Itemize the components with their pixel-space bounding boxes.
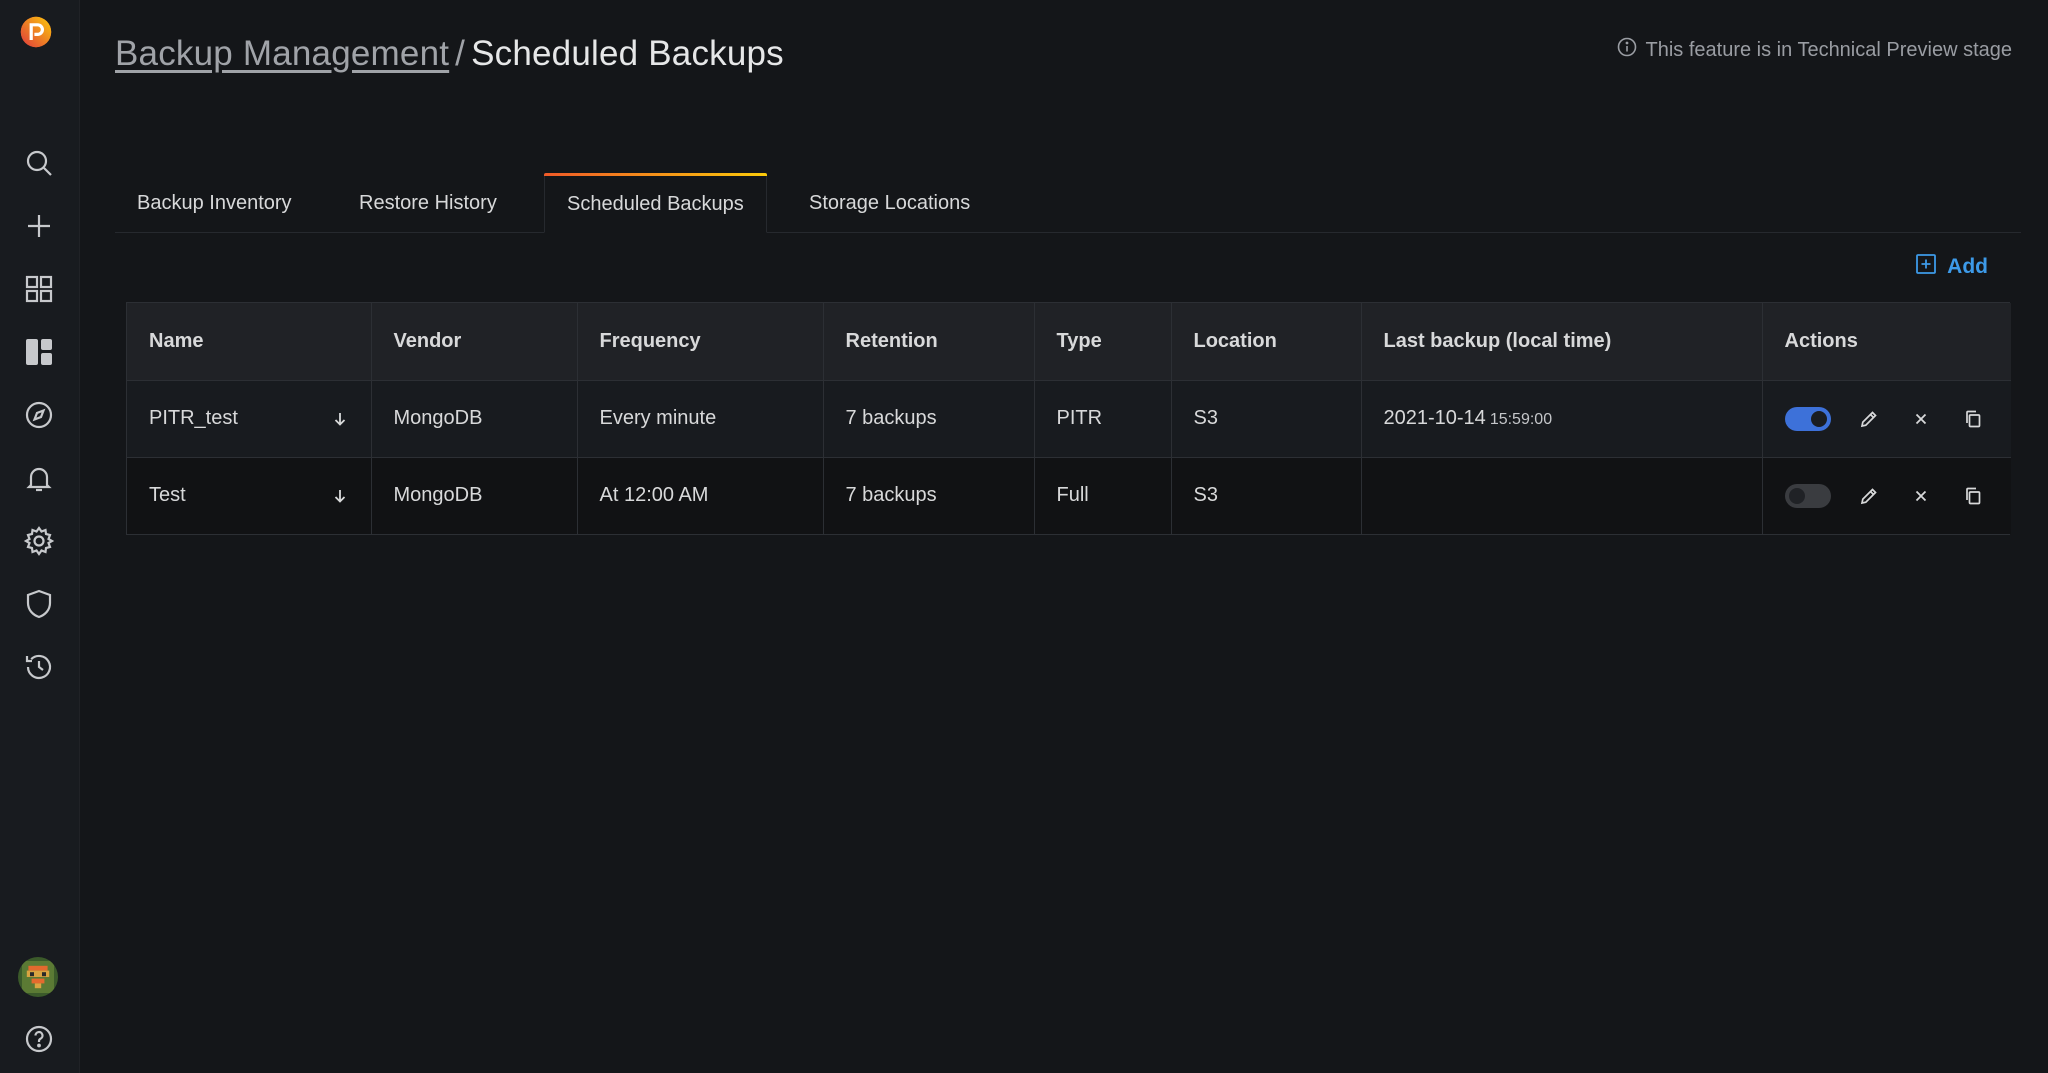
table-header-row: Name Vendor Frequency Retention Type Loc… [127, 303, 2011, 381]
enable-toggle[interactable] [1784, 406, 1831, 431]
cell-retention: 7 backups [823, 457, 1035, 534]
copy-icon[interactable] [1959, 482, 1987, 510]
column-header-actions: Actions [1762, 303, 2011, 381]
backup-history-icon[interactable] [20, 648, 58, 686]
cell-location: S3 [1171, 457, 1362, 534]
add-button-label: Add [1947, 255, 1988, 278]
cell-last-backup: 2021-10-14 15:59:00 [1361, 380, 1763, 458]
column-header-last-backup: Last backup (local time) [1361, 303, 1763, 381]
page-title: Scheduled Backups [471, 34, 784, 73]
tab-bar: Backup Inventory Restore History Schedul… [115, 173, 2021, 233]
pmm-dashboard-icon[interactable] [20, 333, 58, 371]
logo-icon[interactable] [16, 12, 56, 52]
info-icon [1616, 36, 1638, 64]
cell-type: Full [1034, 457, 1172, 534]
technical-preview-text: This feature is in Technical Preview sta… [1645, 38, 2012, 61]
shield-icon[interactable] [20, 585, 58, 623]
enable-toggle[interactable] [1784, 483, 1831, 508]
column-header-name: Name [127, 303, 372, 381]
cell-vendor: MongoDB [371, 457, 578, 534]
add-button[interactable]: Add [1915, 253, 1988, 281]
sidebar [0, 0, 80, 1073]
column-header-frequency: Frequency [577, 303, 824, 381]
column-header-type: Type [1034, 303, 1172, 381]
edit-icon[interactable] [1855, 405, 1883, 433]
copy-icon[interactable] [1959, 405, 1987, 433]
column-header-retention: Retention [823, 303, 1035, 381]
cell-name: PITR_test [127, 380, 372, 458]
edit-icon[interactable] [1855, 482, 1883, 510]
avatar[interactable] [18, 957, 58, 997]
cell-actions [1762, 380, 2011, 458]
delete-icon[interactable] [1907, 405, 1935, 433]
cell-frequency: At 12:00 AM [577, 457, 824, 534]
tab-backup-inventory[interactable]: Backup Inventory [115, 173, 314, 233]
backup-name: Test [149, 484, 186, 507]
help-icon[interactable] [20, 1020, 58, 1058]
last-backup-time: 15:59:00 [1489, 411, 1553, 428]
table-row: Test MongoDB At 12:00 AM 7 backups Full … [127, 457, 2011, 534]
delete-icon[interactable] [1907, 482, 1935, 510]
breadcrumb: Backup Management / Scheduled Backups [115, 34, 784, 74]
last-backup-date: 2021-10-14 [1383, 407, 1486, 429]
cell-actions [1762, 457, 2011, 534]
table-row: PITR_test MongoDB Every minute 7 backups… [127, 380, 2011, 458]
dashboards-icon[interactable] [20, 270, 58, 308]
breadcrumb-separator: / [455, 34, 466, 73]
arrow-down-icon[interactable] [331, 487, 349, 505]
backup-name: PITR_test [149, 407, 238, 429]
column-header-vendor: Vendor [371, 303, 578, 381]
cell-name: Test [127, 457, 372, 534]
scheduled-backups-table: Name Vendor Frequency Retention Type Loc… [126, 302, 2011, 535]
cell-vendor: MongoDB [371, 380, 578, 458]
settings-icon[interactable] [20, 522, 58, 560]
alerting-icon[interactable] [20, 459, 58, 497]
column-header-location: Location [1171, 303, 1362, 381]
tab-storage-locations[interactable]: Storage Locations [787, 173, 992, 233]
tab-restore-history[interactable]: Restore History [337, 173, 519, 233]
cell-retention: 7 backups [823, 380, 1035, 458]
tab-scheduled-backups[interactable]: Scheduled Backups [544, 173, 767, 233]
explore-icon[interactable] [20, 396, 58, 434]
search-icon[interactable] [20, 144, 58, 182]
arrow-down-icon[interactable] [331, 410, 349, 428]
cell-location: S3 [1171, 380, 1362, 458]
plus-icon[interactable] [20, 207, 58, 245]
technical-preview-note: This feature is in Technical Preview sta… [1616, 36, 2012, 64]
cell-frequency: Every minute [577, 380, 824, 458]
breadcrumb-backup-management[interactable]: Backup Management [115, 34, 449, 73]
add-square-icon [1915, 253, 1937, 281]
cell-type: PITR [1034, 380, 1172, 458]
cell-last-backup [1361, 457, 1763, 534]
